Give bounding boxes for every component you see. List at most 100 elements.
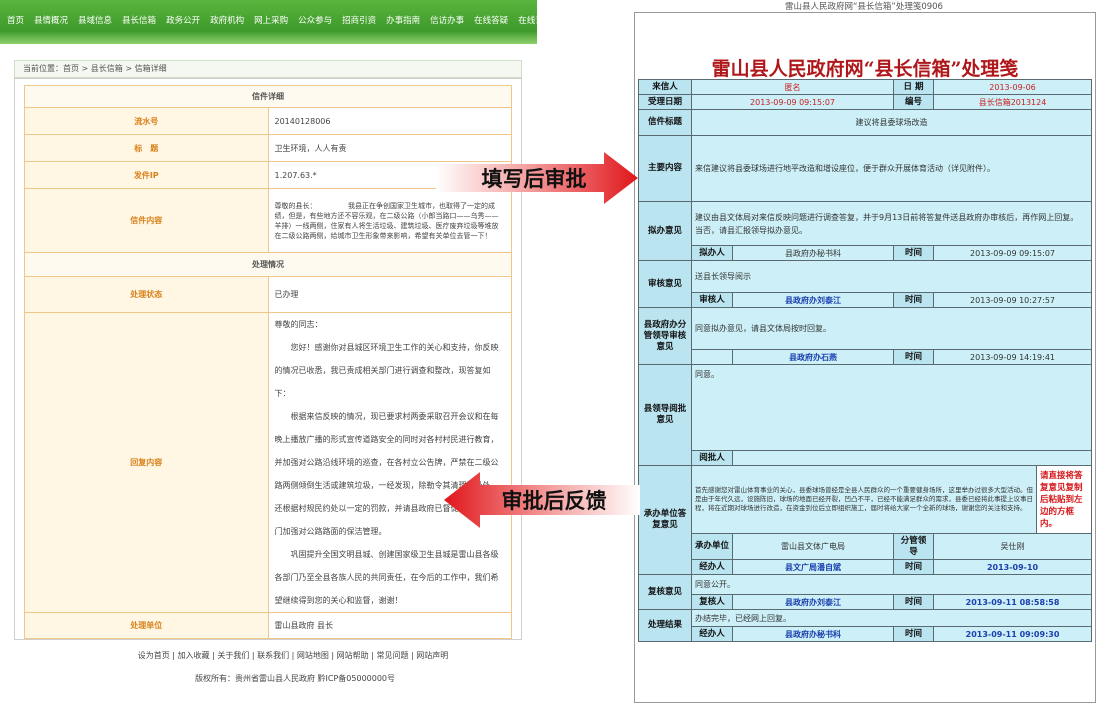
footer-host: 版权所有：贵州省雷山县人民政府 黔ICP备05000000号 — [194, 674, 396, 683]
nav-item[interactable]: 县情概况 — [29, 14, 73, 26]
nav-item[interactable]: 县域信息 — [73, 14, 117, 26]
status-value: 已办理 — [267, 276, 512, 313]
unit-reply-label: 承办单位答复意见 — [638, 465, 692, 575]
title-label: 标 题 — [24, 134, 269, 162]
content-label: 信件内容 — [24, 188, 269, 253]
draft-time-label: 时间 — [893, 245, 935, 261]
deputy-label: 县政府办分管领导审核意见 — [638, 307, 692, 365]
review-person: 县政府办刘泰江 — [731, 292, 895, 308]
recheck-label: 复核意见 — [638, 574, 692, 610]
back-arrow-label: 审批后反馈 — [501, 488, 607, 513]
footer-separator: | — [328, 651, 337, 660]
ip-label: 发件IP — [24, 161, 269, 189]
footer-link[interactable]: 关于我们 — [217, 651, 249, 660]
review-person-label: 审核人 — [691, 292, 733, 308]
breadcrumb-text: 当前位置：首页 > 县长信箱 > 信箱详细 — [23, 64, 167, 73]
footer-link[interactable]: 常见问题 — [376, 651, 408, 660]
unit-time: 2013-09-10 — [933, 559, 1093, 575]
content-value-sheet: 来信建议将县委球场进行地平改造和增设座位，便于群众开展体育活动（详见附件）。 — [690, 135, 1093, 202]
recheck-time: 2013-09-11 08:58:58 — [933, 594, 1093, 610]
reply-paragraph-3: 巩固提升全国文明县城、创建国家级卫生县城是雷山县各级各部门乃至全县各族人民的共同… — [274, 550, 499, 605]
footer-separator: | — [249, 651, 258, 660]
nav-item[interactable]: 县长信箱 — [117, 14, 161, 26]
from-label: 来信人 — [638, 79, 692, 95]
accept-date-value: 2013-09-09 09:15:07 — [690, 94, 895, 110]
unit-reply-text: 首先感谢您对雷山体育事业的关心，县委球场曾经是全县人民群众的一个重要健身场所，这… — [690, 465, 1038, 534]
leader-label: 县领导阅批意见 — [638, 364, 692, 466]
draft-text: 建议由县文体局对来信反映问题进行调查答复，并于9月13日前将答复件送县政府办审核… — [690, 201, 1093, 246]
sheet-title: 雷山县人民政府网“县长信箱”处理笺 — [711, 58, 1019, 80]
number-value: 20140128006 — [267, 107, 512, 135]
accept-date-label: 受理日期 — [638, 94, 692, 110]
recheck-text: 同意公开。 — [690, 574, 1093, 595]
result-text: 办结完毕，已经网上回复。 — [690, 609, 1093, 627]
status-label: 处理状态 — [24, 276, 269, 313]
footer-link[interactable]: 网站地图 — [297, 651, 329, 660]
result-person-label: 经办人 — [691, 626, 733, 642]
deputy-person: 县政府办石燕 — [731, 349, 895, 365]
forward-arrow-label: 填写后审批 — [481, 166, 587, 191]
subject-value: 建议将县委球场改造 — [690, 109, 1093, 136]
from-value: 匿名 — [690, 79, 895, 95]
unit-handler-label: 经办人 — [691, 559, 733, 575]
review-text: 送县长领导阅示 — [690, 260, 1093, 293]
nav-item[interactable]: 网上采购 — [249, 14, 293, 26]
draft-time: 2013-09-09 09:15:07 — [933, 245, 1093, 261]
recheck-time-label: 时间 — [893, 594, 935, 610]
recheck-person-label: 复核人 — [691, 594, 733, 610]
footer-separator: | — [289, 651, 297, 660]
breadcrumb: 当前位置：首页 > 县长信箱 > 信箱详细 — [14, 60, 522, 78]
deputy-text: 同意拟办意见，请县文体局按时回复。 — [690, 307, 1093, 350]
recheck-person: 县政府办刘泰江 — [731, 594, 895, 610]
sheet-header-caption: 雷山县人民政府网“县长信箱”处理笺0906 — [785, 2, 943, 12]
unit-leader-value: 吴仕刚 — [933, 533, 1093, 560]
result-time: 2013-09-11 09:09:30 — [933, 626, 1093, 642]
unit-label: 承办单位 — [691, 533, 733, 560]
nav-item[interactable]: 首页 — [2, 14, 29, 26]
handler-value: 雷山县政府 县长 — [267, 612, 512, 639]
number-label: 流水号 — [24, 107, 269, 135]
processing-sheet-page: 雷山县人民政府网“县长信箱”处理笺0906 雷山县人民政府网“县长信箱”处理笺 … — [632, 0, 1096, 703]
reply-content: 尊敬的同志： 您好！感谢你对县城区环境卫生工作的关心和支持，你反映的情况已收悉，… — [267, 312, 512, 613]
footer-link[interactable]: 设为首页 — [138, 651, 170, 660]
content-label-sheet: 主要内容 — [638, 135, 692, 202]
footer-links: 设为首页 | 加入收藏 | 关于我们 | 联系我们 | 网站地图 | 网站帮助 … — [128, 650, 458, 661]
letter-section-title: 信件详细 — [24, 85, 512, 108]
footer-link[interactable]: 网站帮助 — [337, 651, 369, 660]
nav-item[interactable]: 雷山旅游 — [557, 14, 601, 26]
processing-form: 来信人 匿名 日 期 2013-09-06 受理日期 2013-09-09 09… — [638, 79, 1093, 642]
draft-label: 拟办意见 — [638, 201, 692, 261]
deputy-time: 2013-09-09 14:19:41 — [933, 349, 1093, 365]
result-label: 处理结果 — [638, 609, 692, 642]
footer-link[interactable]: 加入收藏 — [178, 651, 210, 660]
footer-separator: | — [169, 651, 178, 660]
nav-item[interactable]: 公众参与 — [293, 14, 337, 26]
unit-leader-label: 分管领导 — [893, 533, 935, 560]
nav-item[interactable]: 招商引资 — [337, 14, 381, 26]
draft-person: 县政府办秘书科 — [731, 245, 895, 261]
reply-greeting: 尊敬的同志： — [274, 320, 323, 329]
website-page: 首页 县情概况 县域信息 县长信箱 政务公开 政府机构 网上采购 公众参与 招商引资 办事指南 信访… — [0, 0, 596, 703]
unit-reply-note: 请直接将答复意见复制后粘贴到左边的方框内。 — [1036, 465, 1093, 534]
nav-item[interactable]: 政务公开 — [161, 14, 205, 26]
deputy-time-label: 时间 — [893, 349, 935, 365]
processing-section-title: 处理情况 — [24, 252, 512, 277]
nav-item[interactable]: 办事指南 — [381, 14, 425, 26]
reply-label: 回复内容 — [24, 312, 269, 613]
result-person: 县政府办秘书科 — [731, 626, 895, 642]
handler-label: 处理单位 — [24, 612, 269, 639]
review-label: 审核意见 — [638, 260, 692, 308]
nav-item[interactable]: 在线访谈 — [513, 14, 557, 26]
footer-link[interactable]: 联系我们 — [257, 651, 289, 660]
draft-person-label: 拟办人 — [691, 245, 733, 261]
number-label-sheet: 编号 — [893, 94, 935, 110]
nav-item[interactable]: 信访办事 — [425, 14, 469, 26]
nav-item[interactable]: 在线答疑 — [469, 14, 513, 26]
forward-arrow: 填写后审批 — [436, 152, 638, 204]
review-time-label: 时间 — [893, 292, 935, 308]
footer-link[interactable]: 网站声明 — [416, 651, 448, 660]
date-label: 日 期 — [893, 79, 935, 95]
unit-value: 雷山县文体广电局 — [731, 533, 895, 560]
date-value: 2013-09-06 — [933, 79, 1093, 95]
nav-item[interactable]: 政府机构 — [205, 14, 249, 26]
